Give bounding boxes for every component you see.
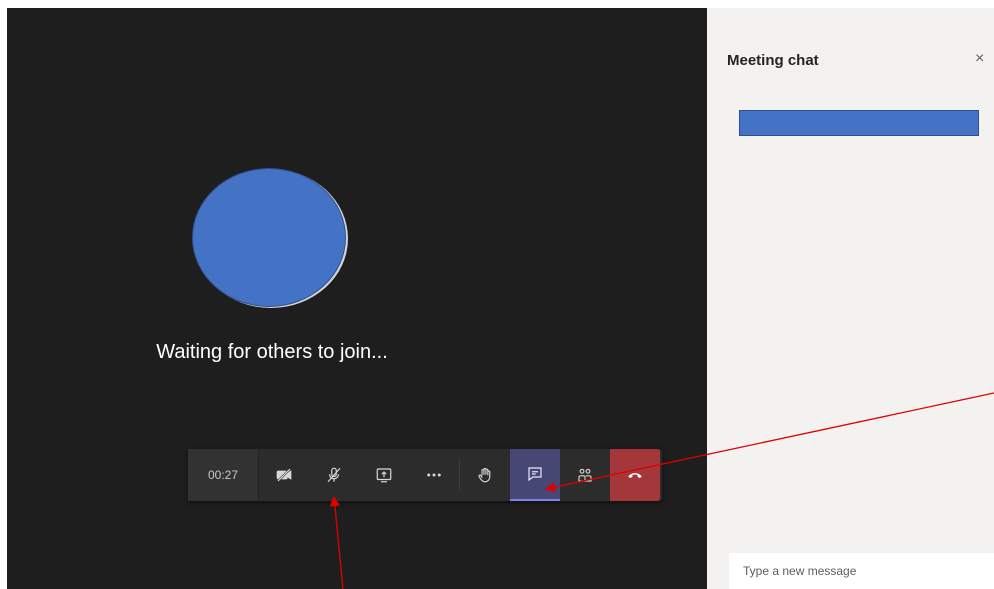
meeting-chat-panel: Meeting chat × xyxy=(707,8,994,589)
more-icon xyxy=(427,473,441,477)
chat-message-redacted xyxy=(739,110,979,136)
meeting-stage: Waiting for others to join... 00:27 xyxy=(7,8,707,589)
waiting-status: Waiting for others to join... xyxy=(156,341,388,363)
video-off-icon xyxy=(276,468,292,482)
mic-off-icon xyxy=(327,467,341,483)
share-screen-button[interactable] xyxy=(359,449,409,501)
camera-toggle-button[interactable] xyxy=(259,449,309,501)
participants-button[interactable] xyxy=(560,449,610,501)
call-controls-toolbar: 00:27 xyxy=(188,449,662,501)
call-timer: 00:27 xyxy=(188,449,259,501)
panel-title: Meeting chat xyxy=(727,52,819,69)
hang-up-button[interactable] xyxy=(610,449,660,501)
chat-button[interactable] xyxy=(510,449,560,501)
more-actions-button[interactable] xyxy=(409,449,459,501)
mic-toggle-button[interactable] xyxy=(309,449,359,501)
participant-avatar xyxy=(192,168,346,307)
share-screen-icon xyxy=(376,468,392,483)
compose-message-input[interactable] xyxy=(729,553,994,589)
close-icon[interactable]: × xyxy=(975,50,984,68)
phone-hangup-icon xyxy=(628,473,642,478)
chat-icon xyxy=(528,467,542,482)
raise-hand-button[interactable] xyxy=(460,449,510,501)
people-icon xyxy=(578,468,592,482)
hand-icon xyxy=(478,467,491,483)
